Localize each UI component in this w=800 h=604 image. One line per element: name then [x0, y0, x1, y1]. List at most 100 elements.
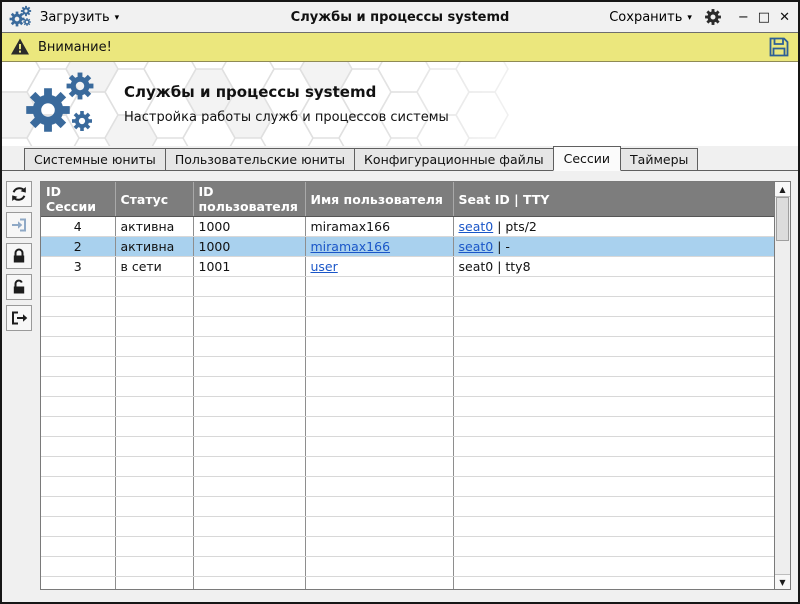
table-cell-empty: [115, 477, 193, 497]
tab-bar: Системные юниты Пользовательские юниты К…: [2, 146, 798, 171]
warning-icon: [10, 37, 30, 57]
table-row-empty: [41, 357, 774, 377]
tab-timers[interactable]: Таймеры: [620, 148, 698, 170]
app-icon-gears: [8, 5, 32, 29]
table-cell-empty: [305, 377, 453, 397]
lock-session-button[interactable]: [6, 243, 32, 269]
table-cell-empty: [193, 537, 305, 557]
page-title: Службы и процессы systemd: [124, 83, 449, 101]
table-cell-empty: [115, 537, 193, 557]
table-cell-empty: [41, 377, 115, 397]
minimize-button[interactable]: −: [738, 11, 749, 24]
seat-link[interactable]: seat0: [459, 239, 494, 254]
table-cell-empty: [193, 297, 305, 317]
col-header-user-id[interactable]: ID пользователя: [193, 182, 305, 217]
login-arrow-icon: [10, 216, 28, 234]
table-cell-empty: [193, 437, 305, 457]
table-cell-empty: [453, 577, 774, 591]
col-header-user-name[interactable]: Имя пользователя: [305, 182, 453, 217]
table-cell-empty: [305, 417, 453, 437]
chevron-down-icon: ▾: [687, 13, 692, 23]
window-controls: − □ ✕: [738, 11, 790, 24]
attach-session-button[interactable]: [6, 212, 32, 238]
table-row-empty: [41, 557, 774, 577]
tab-system-units[interactable]: Системные юниты: [24, 148, 166, 170]
load-menu-button[interactable]: Загрузить ▾: [40, 10, 119, 25]
session-id: 4: [74, 219, 82, 234]
table-cell-empty: [41, 297, 115, 317]
col-header-session-id[interactable]: ID Сессии: [41, 182, 115, 217]
table-cell-empty: [305, 337, 453, 357]
vertical-scrollbar[interactable]: ▲ ▼: [775, 181, 791, 590]
table-cell-empty: [115, 277, 193, 297]
table-cell-empty: [305, 577, 453, 591]
tab-config-files[interactable]: Конфигурационные файлы: [354, 148, 554, 170]
user-name-link[interactable]: user: [311, 259, 338, 274]
refresh-button[interactable]: [6, 181, 32, 207]
col-header-seat-tty[interactable]: Seat ID | TTY: [453, 182, 774, 217]
table-row-empty: [41, 417, 774, 437]
table-cell-empty: [305, 397, 453, 417]
table-cell-empty: [41, 557, 115, 577]
session-status: активна: [121, 239, 175, 254]
table-row[interactable]: 4активна1000miramax166seat0 | pts/2: [41, 217, 774, 237]
col-header-status[interactable]: Статус: [115, 182, 193, 217]
table-cell-empty: [41, 357, 115, 377]
table-cell-empty: [115, 457, 193, 477]
seat-id: seat0: [459, 259, 494, 274]
tab-user-units[interactable]: Пользовательские юниты: [165, 148, 355, 170]
table-cell: 1000: [193, 217, 305, 237]
scrollbar-track[interactable]: [775, 197, 790, 574]
table-cell-empty: [453, 297, 774, 317]
table-cell-empty: [305, 297, 453, 317]
table-row[interactable]: 3в сети1001userseat0 | tty8: [41, 257, 774, 277]
table-cell-empty: [305, 517, 453, 537]
table-cell: активна: [115, 217, 193, 237]
scroll-up-button[interactable]: ▲: [775, 182, 790, 197]
table-header-row: ID Сессии Статус ID пользователя Имя пол…: [41, 182, 774, 217]
refresh-icon: [10, 185, 28, 203]
table-cell-empty: [115, 337, 193, 357]
table-cell-empty: [115, 317, 193, 337]
table-row[interactable]: 2активна1000miramax166seat0 | -: [41, 237, 774, 257]
table-cell-empty: [453, 437, 774, 457]
save-file-button[interactable]: [768, 36, 790, 58]
chevron-down-icon: ▾: [115, 13, 120, 23]
table-cell-empty: [193, 577, 305, 591]
table-row-empty: [41, 377, 774, 397]
scroll-down-button[interactable]: ▼: [775, 574, 790, 589]
unlock-session-button[interactable]: [6, 274, 32, 300]
table-cell-empty: [41, 337, 115, 357]
table-cell-empty: [193, 477, 305, 497]
side-toolbar: [6, 181, 38, 590]
unlock-icon: [10, 278, 28, 296]
table-cell-empty: [305, 277, 453, 297]
table-cell-empty: [115, 557, 193, 577]
table-cell-empty: [115, 357, 193, 377]
table-cell-empty: [193, 317, 305, 337]
main-area: ID Сессии Статус ID пользователя Имя пол…: [2, 171, 798, 602]
maximize-button[interactable]: □: [758, 11, 770, 24]
user-id: 1000: [199, 239, 231, 254]
user-name-link[interactable]: miramax166: [311, 239, 391, 254]
scrollbar-thumb[interactable]: [776, 197, 789, 241]
table-cell-empty: [305, 497, 453, 517]
page-subtitle: Настройка работы служб и процессов систе…: [124, 110, 449, 125]
session-status: активна: [121, 219, 175, 234]
terminate-session-button[interactable]: [6, 305, 32, 331]
close-button[interactable]: ✕: [779, 11, 790, 24]
table-cell: активна: [115, 237, 193, 257]
table-cell-empty: [193, 497, 305, 517]
settings-button[interactable]: [704, 8, 722, 26]
table-cell-empty: [115, 377, 193, 397]
seat-link[interactable]: seat0: [459, 219, 494, 234]
sessions-table: ID Сессии Статус ID пользователя Имя пол…: [40, 181, 791, 590]
save-menu-button[interactable]: Сохранить ▾: [609, 10, 692, 25]
table-cell-empty: [115, 517, 193, 537]
table-cell: 1000: [193, 237, 305, 257]
tab-sessions[interactable]: Сессии: [553, 146, 621, 171]
table-cell-empty: [305, 557, 453, 577]
table-cell-empty: [41, 537, 115, 557]
table-cell-empty: [41, 517, 115, 537]
logout-arrow-icon: [10, 309, 28, 327]
